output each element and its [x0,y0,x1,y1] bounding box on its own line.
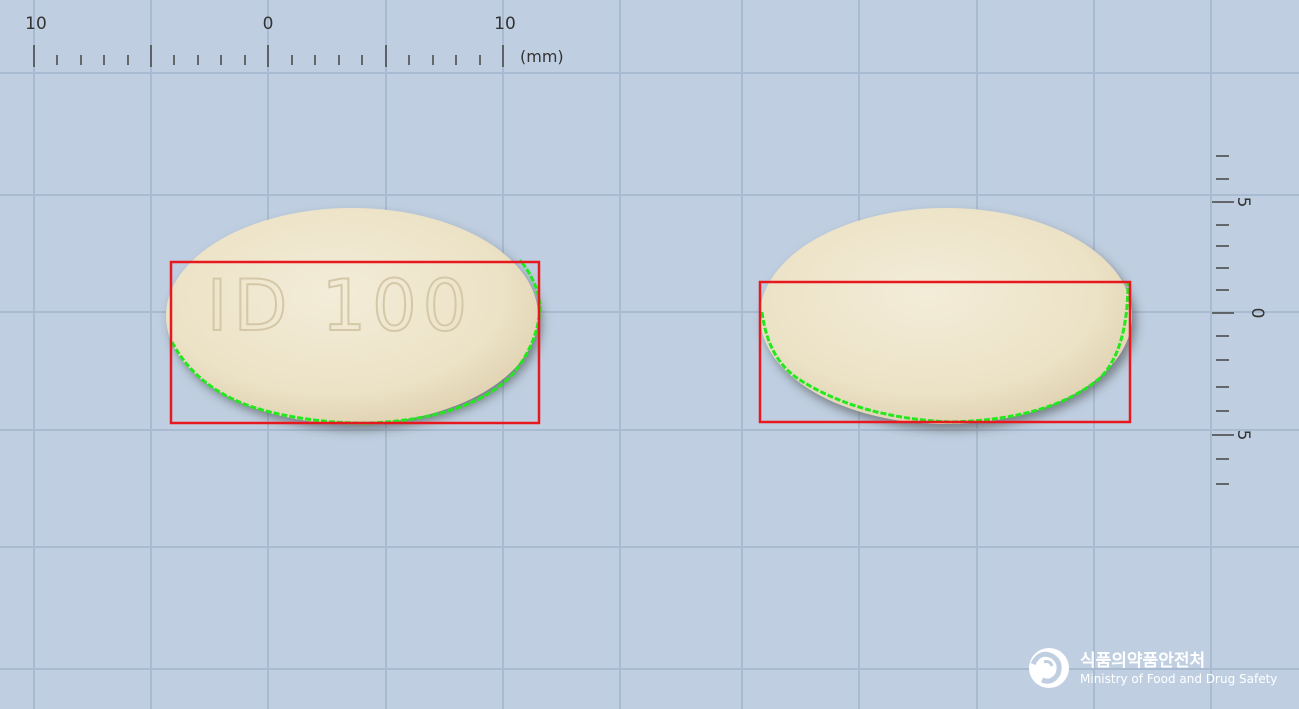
top-ruler-label-center: 0 [263,14,274,34]
top-ruler-label-right: 10 [494,14,516,34]
top-ruler [33,45,504,67]
pill-identification-image: 10 0 10 (mm) 5 0 5 ID 100 식품의약품안전처 Minis… [0,0,1299,709]
pill-front-imprint: ID 100 [207,265,473,347]
pill-back-body [760,208,1132,424]
pill-front: ID 100 [166,208,538,424]
top-ruler-unit: (mm) [520,47,564,66]
mfds-emblem-icon [1029,648,1069,688]
logo-korean-text: 식품의약품안전처 [1080,650,1205,671]
canvas: 10 0 10 (mm) 5 0 5 ID 100 식품의약품안전처 Minis… [0,0,1299,709]
right-ruler-label-bottom: 5 [1233,430,1253,441]
logo-english-text: Ministry of Food and Drug Safety [1080,672,1277,686]
top-ruler-label-left: 10 [25,14,47,34]
right-ruler-label-center: 0 [1247,308,1267,319]
right-ruler [1212,155,1234,485]
pill-back [760,208,1132,424]
right-ruler-label-top: 5 [1233,197,1253,208]
